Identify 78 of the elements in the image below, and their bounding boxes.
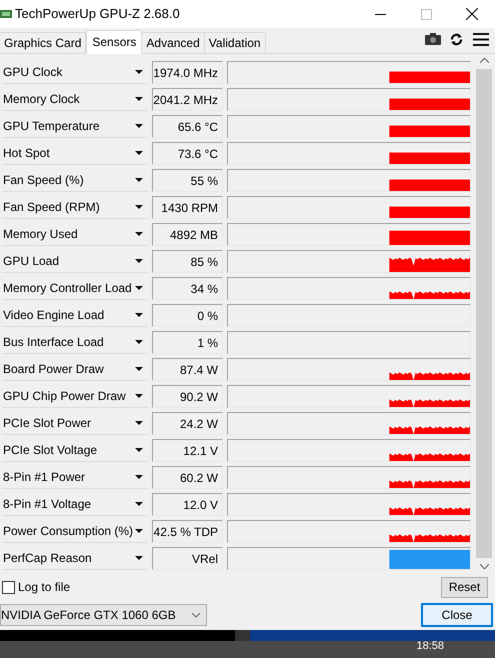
sensor-value: 12.0 V [152,493,223,516]
sensor-value: 1 % [152,331,223,354]
sensor-value: 55 % [152,169,223,192]
sensor-value: 65.6 °C [152,115,223,138]
sensor-name-dropdown[interactable]: PCIe Slot Voltage [2,439,148,462]
sensor-name-dropdown[interactable]: Bus Interface Load [2,331,148,354]
sensor-value: 0 % [152,304,223,327]
scroll-up-icon[interactable] [480,58,488,63]
maximize-icon [420,8,432,20]
sensor-value: 85 % [152,250,223,273]
dropdown-arrow-icon [135,70,143,74]
sensor-value: 60.2 W [152,466,223,489]
sensor-name-dropdown[interactable]: GPU Load [2,250,148,273]
sensor-name-dropdown[interactable]: Video Engine Load [2,304,148,327]
window-title: TechPowerUp GPU-Z 2.68.0 [15,5,180,24]
tab[interactable]: Graphics Card [0,32,86,53]
dropdown-arrow-icon [135,448,143,452]
dropdown-arrow-icon [135,340,143,344]
sensor-name-dropdown[interactable]: Board Power Draw [2,358,148,381]
reset-button[interactable]: Reset [441,576,488,598]
dropdown-arrow-icon [135,367,143,371]
dropdown-arrow-icon [135,97,143,101]
sensor-name-dropdown[interactable]: Fan Speed (RPM) [2,196,148,219]
sensor-value: 4892 MB [152,223,223,246]
dropdown-arrow-icon [135,286,143,290]
sensor-value: 2041.2 MHz [152,88,223,111]
sensor-value: 73.6 °C [152,142,223,165]
dropdown-arrow-icon [135,529,143,533]
gpu-card-icon [0,8,12,20]
log-checkbox[interactable] [2,580,15,594]
dropdown-arrow-icon [135,421,143,425]
dropdown-arrow-icon [135,556,143,560]
dropdown-arrow-icon [135,232,143,236]
sensor-value: 90.2 W [152,385,223,408]
sensor-value: VRel [152,547,223,570]
sensor-name-dropdown[interactable]: PCIe Slot Power [2,412,148,435]
close-icon [466,8,478,20]
sensor-value: 1974.0 MHz [152,61,223,84]
sensor-name-dropdown[interactable]: Memory Clock [2,88,148,111]
dropdown-arrow-icon [135,394,143,398]
dropdown-arrow-icon [135,124,143,128]
sensor-value: 24.2 W [152,412,223,435]
sensor-name-dropdown[interactable]: GPU Chip Power Draw [2,385,148,408]
dropdown-arrow-icon [135,205,143,209]
tab[interactable]: Advanced [142,32,205,53]
refresh-icon[interactable] [450,33,463,46]
sensor-value: 87.4 W [152,358,223,381]
sensor-value: 12.1 V [152,439,223,462]
sensor-name-dropdown[interactable]: Fan Speed (%) [2,169,148,192]
sensor-name-dropdown[interactable]: Power Consumption (%) [2,520,148,543]
camera-icon[interactable] [425,33,441,45]
sensor-value: 34 % [152,277,223,300]
sensor-value: 1430 RPM [152,196,223,219]
device-select[interactable]: NVIDIA GeForce GTX 1060 6GB [0,604,207,626]
sensor-name-dropdown[interactable]: PerfCap Reason [2,547,148,570]
chevron-down-icon [192,612,200,618]
close-button[interactable]: Close [421,603,493,627]
scrollbar[interactable] [473,54,495,573]
dropdown-arrow-icon [135,151,143,155]
tab[interactable]: Sensors [86,30,142,54]
sensor-value: 42.5 % TDP [152,520,223,543]
log-to-file-label: Log to file [18,579,70,596]
dropdown-arrow-icon [135,259,143,263]
sensor-name-dropdown[interactable]: Hot Spot [2,142,148,165]
scroll-down-icon[interactable] [480,564,488,569]
sensor-name-dropdown[interactable]: GPU Clock [2,61,148,84]
dropdown-arrow-icon [135,502,143,506]
sensor-name-dropdown[interactable]: 8-Pin #1 Power [2,466,148,489]
sensor-name-dropdown[interactable]: 8-Pin #1 Voltage [2,493,148,516]
sensor-name-dropdown[interactable]: Memory Used [2,223,148,246]
sensor-name-dropdown[interactable]: GPU Temperature [2,115,148,138]
sensor-name-dropdown[interactable]: Memory Controller Load [2,277,148,300]
clock-time: 18:58 [416,641,444,652]
dropdown-arrow-icon [135,475,143,479]
dropdown-arrow-icon [135,313,143,317]
tab[interactable]: Validation [204,32,266,53]
dropdown-arrow-icon [135,178,143,182]
menu-icon[interactable] [473,33,489,46]
